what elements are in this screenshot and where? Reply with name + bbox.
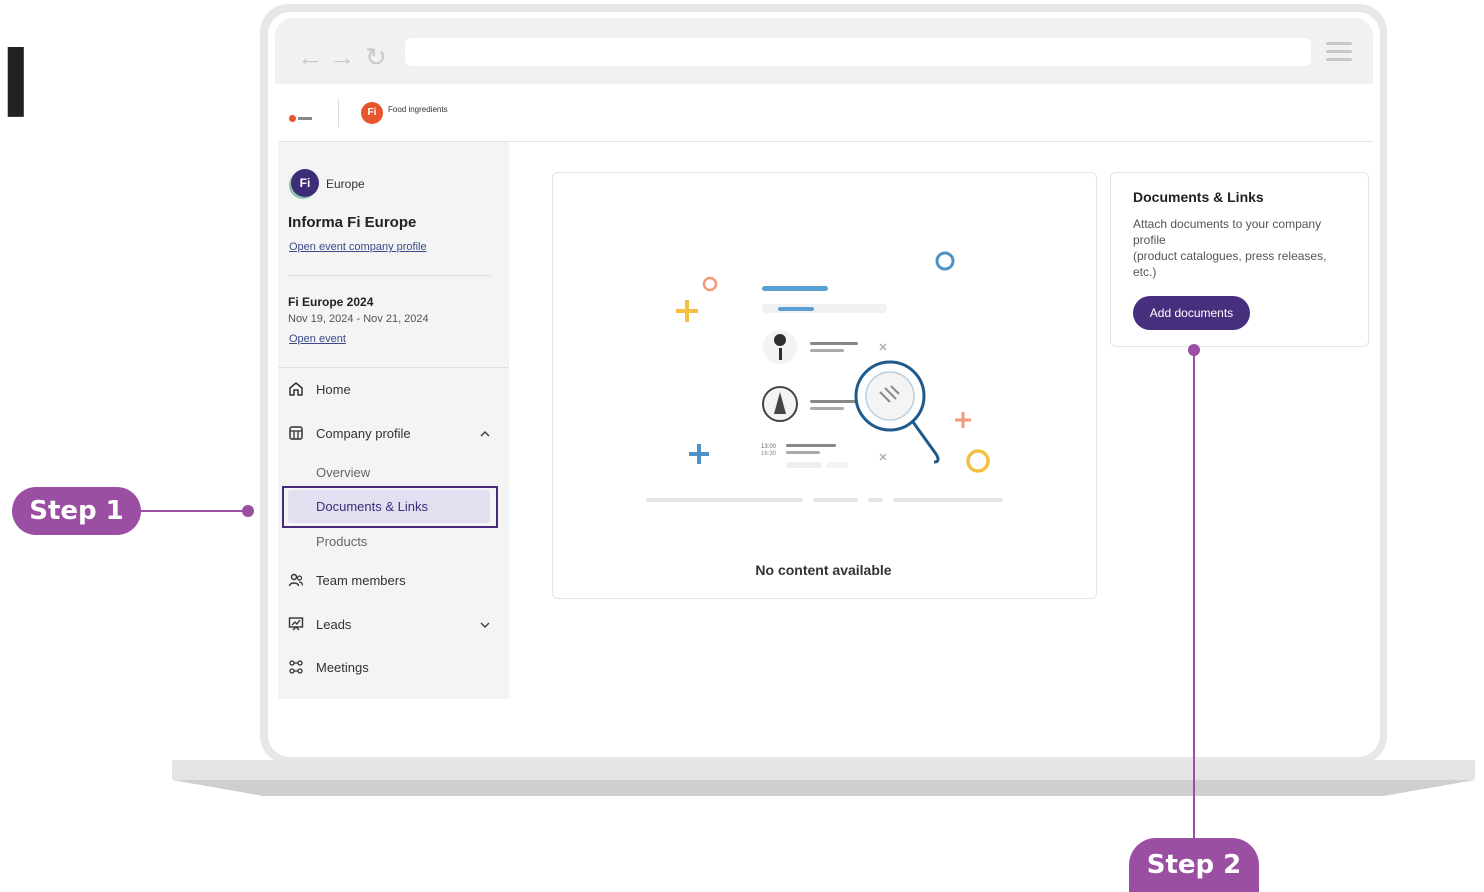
documents-links-description: Attach documents to your company profile… <box>1133 217 1327 279</box>
back-icon[interactable]: ← <box>297 44 323 70</box>
home-icon <box>288 381 304 397</box>
sidebar-item-label: Leads <box>316 616 352 632</box>
sidebar-item-home[interactable]: Home <box>288 381 351 397</box>
sidebar-item-label: Meetings <box>316 659 369 675</box>
sidebar-item-label: Home <box>316 381 351 397</box>
fi-europe-avatar: Fi <box>291 169 319 197</box>
sidebar-item-label: Team members <box>316 572 406 588</box>
step2-callout: Step 2 <box>1129 838 1259 892</box>
add-documents-button[interactable]: Add documents <box>1133 296 1250 330</box>
sidebar-divider <box>278 367 509 368</box>
forward-icon[interactable]: → <box>329 44 355 70</box>
store-icon <box>288 425 304 441</box>
step1-connector-line <box>141 510 247 512</box>
documents-links-title: Documents & Links <box>1133 189 1264 205</box>
laptop-base <box>172 760 1475 780</box>
sidebar-item-leads[interactable]: Leads <box>288 616 351 632</box>
event-name: Fi Europe 2024 <box>288 295 374 309</box>
food-ingredients-logo-text: Food ingredients <box>388 105 448 114</box>
step1-callout: Step 1 <box>12 487 141 535</box>
sidebar-subitem-products[interactable]: Products <box>316 534 367 549</box>
company-name: Informa Fi Europe <box>288 214 417 231</box>
meetings-icon <box>288 659 304 675</box>
open-event-link[interactable]: Open event <box>289 333 346 345</box>
browser-menu-icon[interactable] <box>1326 42 1352 66</box>
empty-state-message: No content available <box>755 562 892 578</box>
address-bar[interactable] <box>405 38 1311 66</box>
sidebar-subitem-overview[interactable]: Overview <box>316 465 370 480</box>
sidebar-subitem-documents-links[interactable]: Documents & Links <box>316 499 428 514</box>
open-company-profile-link[interactable]: Open event company profile <box>289 241 427 253</box>
sidebar-divider <box>288 275 491 276</box>
chevron-down-icon[interactable] <box>478 618 492 632</box>
laptop-base-shadow <box>172 780 1475 796</box>
sidebar-item-meetings[interactable]: Meetings <box>288 659 369 675</box>
informa-logo <box>289 110 312 128</box>
frame-title-fragment: l <box>0 32 32 139</box>
sidebar-item-label: Company profile <box>316 425 411 441</box>
sidebar-item-team-members[interactable]: Team members <box>288 572 406 588</box>
step2-connector-line <box>1193 350 1195 838</box>
illustration-time-end: 16:30 <box>761 451 777 457</box>
event-dates: Nov 19, 2024 - Nov 21, 2024 <box>288 313 429 325</box>
presentation-icon <box>288 616 304 632</box>
region-label: Europe <box>326 177 365 191</box>
chevron-up-icon[interactable] <box>478 427 492 441</box>
empty-state-illustration: 13:00 16:30 <box>646 251 1003 502</box>
reload-icon[interactable]: ↻ <box>365 44 387 70</box>
step1-connector-dot <box>242 505 254 517</box>
illustration-time-start: 13:00 <box>761 444 777 450</box>
header-divider <box>338 99 339 127</box>
sidebar-item-company-profile[interactable]: Company profile <box>288 425 411 441</box>
food-ingredients-logo-icon: Fi <box>361 102 383 124</box>
team-icon <box>288 572 304 588</box>
